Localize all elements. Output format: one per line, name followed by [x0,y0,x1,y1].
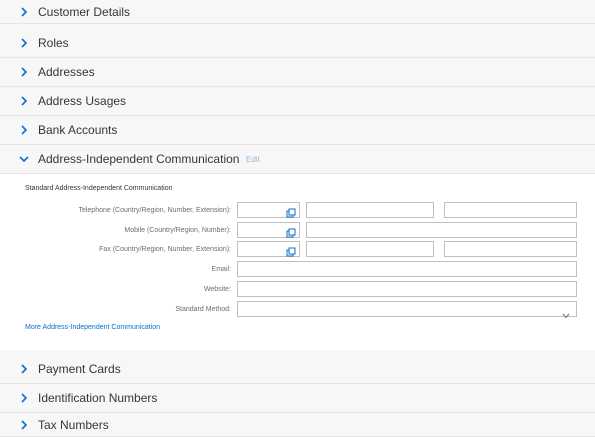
section-addresses[interactable]: Addresses [0,58,595,87]
mobile-number-input[interactable] [306,222,577,238]
value-help-icon[interactable] [286,205,296,218]
fax-extension-input[interactable] [444,241,577,257]
section-roles[interactable]: Roles [0,29,595,58]
edit-button[interactable]: Edit [246,155,260,164]
telephone-label: Telephone (Country/Region, Number, Exten… [78,207,231,214]
chevron-right-icon [19,125,29,135]
section-tax-numbers[interactable]: Tax Numbers [0,413,595,437]
telephone-country-input[interactable] [237,202,300,218]
section-title: Roles [38,36,69,50]
section-address-independent-communication[interactable]: Address-Independent Communication Edit [0,145,595,174]
chevron-down-icon[interactable] [562,306,570,319]
section-address-usages[interactable]: Address Usages [0,87,595,116]
section-title: Addresses [38,65,95,79]
website-label: Website: [203,286,231,293]
communication-panel: Standard Address-Independent Communicati… [0,174,595,350]
section-title: Bank Accounts [38,123,118,137]
section-title: Payment Cards [38,362,121,376]
section-title: Address-Independent Communication [38,152,240,166]
chevron-right-icon [19,38,29,48]
section-title: Address Usages [38,94,127,108]
standard-method-select[interactable] [237,301,577,319]
section-customer-details[interactable]: Customer Details [0,0,595,24]
value-help-icon[interactable] [286,244,296,257]
telephone-number-input[interactable] [306,202,434,218]
mobile-label: Mobile (Country/Region, Number): [124,227,231,234]
fax-label: Fax (Country/Region, Number, Extension): [99,246,231,253]
fax-number-input[interactable] [306,241,434,257]
section-payment-cards[interactable]: Payment Cards [0,355,595,384]
section-title: Customer Details [38,4,131,19]
website-input[interactable] [237,281,577,297]
chevron-right-icon [19,67,29,77]
panel-subheading: Standard Address-Independent Communicati… [25,185,173,192]
chevron-right-icon [19,96,29,106]
chevron-right-icon [19,364,29,374]
section-identification-numbers[interactable]: Identification Numbers [0,384,595,413]
section-bank-accounts[interactable]: Bank Accounts [0,116,595,145]
section-title: Identification Numbers [38,391,158,405]
mobile-country-input[interactable] [237,222,300,238]
telephone-extension-input[interactable] [444,202,577,218]
section-title: Tax Numbers [38,417,109,432]
email-label: Email: [211,266,231,273]
email-input[interactable] [237,261,577,277]
more-communication-link[interactable]: More Address-Independent Communication [25,324,160,331]
chevron-right-icon [19,393,29,403]
chevron-down-icon [19,154,29,164]
chevron-right-icon [19,6,29,17]
standard-method-label: Standard Method: [175,306,231,313]
fax-country-input[interactable] [237,241,300,257]
value-help-icon[interactable] [286,225,296,238]
chevron-right-icon [19,419,29,430]
